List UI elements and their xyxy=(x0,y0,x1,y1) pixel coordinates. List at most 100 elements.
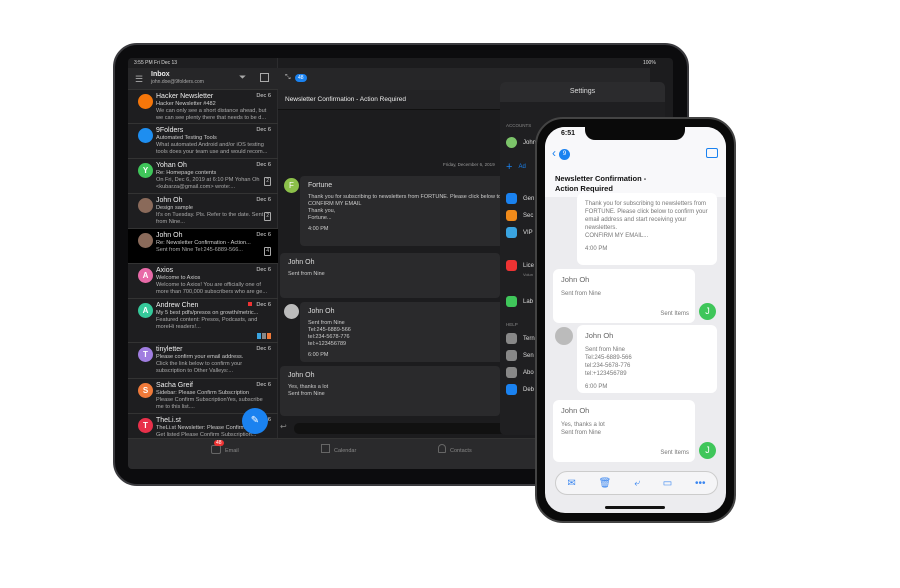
email-preview: Welcome to Axios! You are officially one… xyxy=(156,282,268,295)
thread-count: 2 xyxy=(264,212,271,221)
settings-vip[interactable]: VIP xyxy=(506,227,533,238)
sender-name: John Oh xyxy=(156,197,183,204)
email-list-item[interactable]: A Axios Dec 6 Welcome to Axios Welcome to Ax… xyxy=(128,264,278,299)
settings-send-feedback[interactable]: Sen xyxy=(506,350,534,361)
email-list-item[interactable]: Hacker Newsletter Dec 6 Hacker Newsletter … xyxy=(128,90,278,124)
trash-icon[interactable]: 🗑 xyxy=(599,478,612,489)
settings-title: Settings xyxy=(500,82,665,102)
message-line: Sent from Nine xyxy=(585,347,626,353)
email-list-item[interactable]: John Oh Dec 6 Re: Newsletter Confirmation … xyxy=(128,229,278,264)
email-date: Dec 6 xyxy=(256,346,271,352)
message-line: Sent from Nine xyxy=(288,391,325,397)
message-sender: John Oh xyxy=(288,259,315,266)
phone-message[interactable]: John Oh Yes, thanks a lot Sent from Nine Se… xyxy=(553,400,695,462)
email-date: Dec 6 xyxy=(256,197,271,203)
compose-fab-button[interactable]: ✎ xyxy=(242,408,268,434)
settings-labs[interactable]: Lab xyxy=(506,296,533,307)
thread-message[interactable]: John Oh Sent from Nine xyxy=(280,253,500,298)
back-icon[interactable]: ‹ xyxy=(552,146,556,160)
sender-name: 9Folders xyxy=(156,127,184,134)
email-list-item[interactable]: Ttinyletter Dec 6 Please confirm your emai… xyxy=(128,343,278,379)
email-preview: It's on Tuesday. Pls. Refer to the date.… xyxy=(156,212,264,225)
unread-badge: 48 xyxy=(295,74,307,82)
contacts-icon xyxy=(438,444,446,453)
phone-time: 6:51 xyxy=(561,130,576,137)
message-time: 4:00 PM xyxy=(585,246,608,252)
message-line: CONFIRM MY EMAIL... xyxy=(585,233,649,239)
settings-terms[interactable]: Tern xyxy=(506,333,535,344)
reply-input[interactable] xyxy=(294,423,514,434)
filter-icon[interactable]: ⏷ xyxy=(239,72,246,83)
sender-avatar: T xyxy=(138,347,153,362)
status-battery: 100% xyxy=(643,60,656,66)
settings-general[interactable]: Gen xyxy=(506,193,534,204)
message-line: Yes, thanks a lot xyxy=(288,384,329,390)
thread-message[interactable]: Fortune Thank you for subscribing to news… xyxy=(300,176,530,246)
thread-title: Newsletter Confirmation - Action Require… xyxy=(285,96,407,103)
email-date: Dec 6 xyxy=(256,302,271,308)
message-avatar xyxy=(284,304,299,319)
chat-view-icon[interactable] xyxy=(706,148,718,158)
email-subject: Re: Homepage contents xyxy=(156,170,217,176)
email-list-item[interactable]: A Andrew Chen Dec 6 My 5 best pdfs/presos o… xyxy=(128,299,278,343)
label-tag xyxy=(262,333,266,339)
sender-avatar: J xyxy=(699,303,716,320)
message-sender: John Oh xyxy=(561,406,590,415)
phone-message[interactable]: John Oh Sent from Nine Tel:245-6889-566 tel… xyxy=(577,325,717,393)
sender-avatar: T xyxy=(138,418,153,433)
add-account-button[interactable]: + Ad xyxy=(506,161,526,173)
thread-message[interactable]: John Oh Yes, thanks a lot Sent from Nine xyxy=(280,366,500,416)
phone-toolbar: ✉ 🗑 ⤶ ▭ ••• xyxy=(555,471,718,495)
message-sender: John Oh xyxy=(288,372,315,379)
home-indicator xyxy=(605,506,665,509)
accounts-header: ACCOUNTS xyxy=(506,123,532,128)
tab-contacts[interactable]: Contacts xyxy=(450,448,472,454)
sender-avatar xyxy=(138,128,153,143)
email-list-item[interactable]: John Oh Dec 6 Design sample It's on Tuesday… xyxy=(128,194,278,229)
sender-avatar xyxy=(138,198,153,213)
expand-icon[interactable]: ⤡ xyxy=(285,74,291,82)
reply-icon[interactable]: ⤶ xyxy=(634,478,640,489)
email-badge: 48 xyxy=(214,440,224,446)
label-tag xyxy=(267,333,271,339)
settings-debug[interactable]: Deb xyxy=(506,384,534,395)
tab-calendar[interactable]: Calendar xyxy=(334,448,356,454)
sender-name: TheLi.st xyxy=(156,417,181,424)
message-line: tel:+123456789 xyxy=(308,341,347,347)
sender-avatar xyxy=(138,233,153,248)
message-sender: John Oh xyxy=(561,275,590,284)
message-line: Thank you for subscribing to newsletters… xyxy=(585,201,708,231)
settings-about[interactable]: Abo xyxy=(506,367,534,378)
tab-email[interactable]: Email xyxy=(225,448,239,454)
move-folder-icon[interactable]: ▭ xyxy=(663,478,672,489)
settings-license[interactable]: Lice xyxy=(506,260,534,271)
thread-count: 2 xyxy=(264,177,271,186)
inbox-title: Inbox xyxy=(151,71,170,78)
email-date: Dec 6 xyxy=(256,382,271,388)
reply-icon[interactable]: ↩ xyxy=(280,422,287,431)
message-avatar: F xyxy=(284,178,299,193)
email-list-item[interactable]: 9Folders Dec 6 Automated Testing Tools What… xyxy=(128,124,278,159)
email-subject: Sidebar: Please Confirm Subscription xyxy=(156,390,249,396)
email-list-item[interactable]: Y Yohan Oh Dec 6 Re: Homepage contents On Fr… xyxy=(128,159,278,194)
menu-icon[interactable]: ☰ xyxy=(135,74,143,85)
thread-message[interactable]: John Oh Sent from Nine Tel:245-6889-566 tel… xyxy=(300,302,520,362)
sender-avatar xyxy=(138,94,153,109)
message-folder: Sent Items xyxy=(660,311,689,317)
sender-avatar xyxy=(555,327,573,345)
mail-icon[interactable]: ✉ xyxy=(567,478,575,489)
more-icon[interactable]: ••• xyxy=(695,478,706,489)
account-item[interactable]: John xyxy=(506,137,536,148)
sender-name: Hacker Newsletter xyxy=(156,93,214,100)
compose-view-icon[interactable] xyxy=(260,73,269,82)
sender-avatar: J xyxy=(699,442,716,459)
phone-message[interactable]: Thank you for subscribing to newsletters… xyxy=(577,193,717,265)
sender-avatar: S xyxy=(138,383,153,398)
email-tab-icon[interactable] xyxy=(211,445,221,454)
sender-name: Sacha Greif xyxy=(156,382,193,389)
email-subject: My 5 best pdfs/presos on growth/metric..… xyxy=(156,310,259,316)
email-subject: Re: Newsletter Confirmation - Action... xyxy=(156,240,251,246)
settings-security[interactable]: Sec xyxy=(506,210,533,221)
phone-message[interactable]: John Oh Sent from Nine Sent Items xyxy=(553,269,695,323)
email-subject: Design sample xyxy=(156,205,193,211)
